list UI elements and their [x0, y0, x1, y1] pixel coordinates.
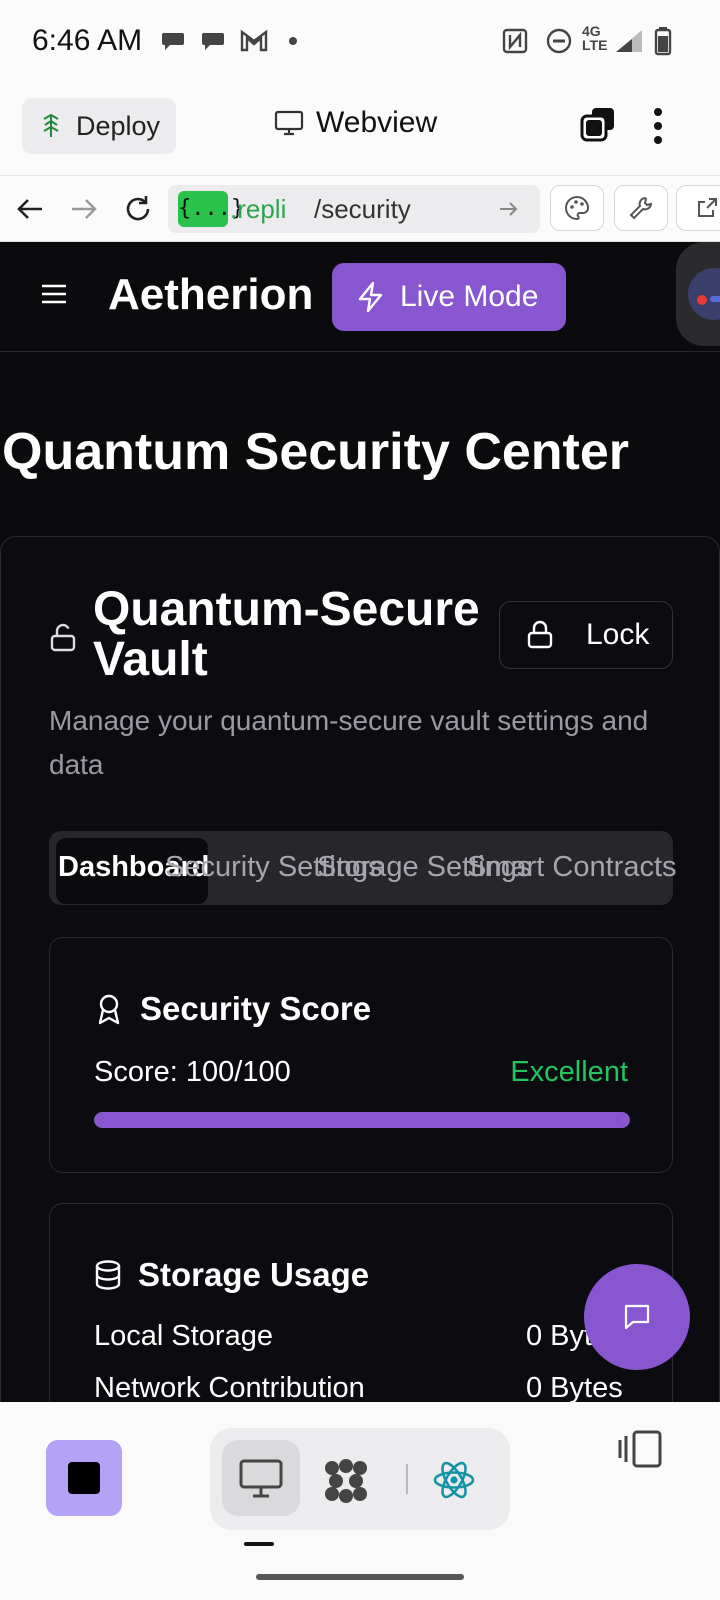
- status-time: 6:46 AM: [32, 24, 143, 57]
- book-icon[interactable]: [688, 242, 720, 244]
- menu-icon[interactable]: [40, 282, 68, 306]
- chat-button[interactable]: [584, 1264, 690, 1370]
- preview-monitor-icon[interactable]: [238, 1458, 284, 1500]
- forward-arrow-icon[interactable]: [70, 196, 98, 222]
- bottom-toolbar: [0, 1402, 720, 1600]
- deploy-label: Deploy: [76, 110, 161, 141]
- lock-icon: [527, 620, 553, 649]
- back-arrow-icon[interactable]: [16, 196, 44, 222]
- storage-row-value: 0 Bytes: [526, 1372, 623, 1402]
- dot-icon: [289, 37, 297, 45]
- url-badge: {...}: [178, 191, 244, 227]
- chat-bubble-icon: [202, 33, 224, 50]
- webview-content: Aetherion Live Mode Quantum Security Cen…: [0, 242, 720, 1402]
- vault-tabs: Dashboard Security Settings Storage Sett…: [49, 831, 677, 905]
- react-icon[interactable]: [432, 1458, 476, 1502]
- security-score-header: Security Score: [94, 990, 371, 1028]
- brand-name[interactable]: Aetherion: [108, 270, 313, 320]
- replit-header: Deploy Webview: [0, 82, 720, 176]
- live-mode-label: Live Mode: [400, 280, 539, 313]
- stop-icon: [68, 1462, 100, 1494]
- security-score-progress: [94, 1112, 630, 1128]
- battery-icon: [654, 27, 672, 56]
- network-type-label: 4G LTE: [582, 23, 608, 53]
- stop-button[interactable]: [46, 1440, 122, 1516]
- floating-side-panel[interactable]: [676, 242, 720, 346]
- do-not-disturb-icon: [546, 28, 572, 54]
- storage-row-label: Local Storage: [94, 1320, 273, 1352]
- webview-tab-title[interactable]: Webview: [274, 106, 437, 140]
- url-path: /security: [314, 194, 411, 224]
- theme-button[interactable]: [550, 185, 604, 231]
- deploy-button[interactable]: Deploy: [22, 98, 176, 154]
- lock-label: Lock: [586, 618, 650, 651]
- webview-label: Webview: [316, 106, 438, 139]
- signal-icon: [616, 30, 642, 52]
- workspace-grid-icon[interactable]: [322, 1458, 370, 1504]
- unlock-icon: [50, 623, 76, 652]
- security-score-card: Security Score Score: 100/100 Excellent: [49, 937, 673, 1173]
- nfc-icon: [502, 28, 528, 54]
- chat-icon: [624, 1304, 650, 1330]
- deploy-icon: [43, 113, 59, 137]
- device-toggle-icon[interactable]: [616, 1428, 664, 1470]
- active-tool-underline: [244, 1542, 274, 1546]
- wrench-icon: [629, 196, 653, 220]
- vault-description: Manage your quantum-secure vault setting…: [49, 705, 649, 780]
- award-icon: [98, 994, 120, 1025]
- security-score-status: Excellent: [510, 1056, 628, 1088]
- lightning-icon: [358, 281, 383, 313]
- reload-icon[interactable]: [122, 193, 154, 225]
- app-shortcut-icon[interactable]: [686, 266, 720, 322]
- devtools-button[interactable]: [614, 185, 668, 231]
- chat-bubble-icon: [162, 33, 184, 50]
- tab-smart-contracts[interactable]: Smart Contracts: [467, 851, 677, 884]
- external-link-icon: [697, 198, 717, 217]
- open-new-tab-button[interactable]: [676, 185, 720, 231]
- live-mode-button[interactable]: Live Mode: [332, 263, 566, 331]
- palette-icon: [565, 195, 590, 221]
- security-score-title: Security Score: [140, 990, 372, 1027]
- lock-button[interactable]: Lock: [499, 601, 673, 669]
- storage-row-label: Network Contribution: [94, 1372, 365, 1402]
- more-options-icon[interactable]: [652, 106, 664, 146]
- security-score-progress-fill: [94, 1112, 630, 1128]
- tool-separator: [406, 1464, 408, 1494]
- tabs-switcher-icon[interactable]: [578, 104, 618, 144]
- url-input[interactable]: {...} .repli /security: [168, 185, 540, 233]
- page-title: Quantum Security Center: [2, 423, 630, 481]
- storage-row-network: Network Contribution 0 Bytes: [94, 1372, 630, 1402]
- storage-row-local: Local Storage 0 Bytes: [94, 1320, 630, 1353]
- storage-usage-card: Storage Usage Local Storage 0 Bytes Netw…: [49, 1203, 673, 1402]
- go-arrow-icon[interactable]: [498, 200, 520, 218]
- storage-usage-header: Storage Usage: [94, 1256, 369, 1294]
- monitor-icon: [274, 110, 304, 136]
- tool-group: [210, 1428, 510, 1530]
- vault-title: Quantum-Secure Vault: [93, 583, 480, 686]
- url-bar: {...} .repli /security: [0, 176, 720, 242]
- gmail-icon: [240, 29, 268, 52]
- home-indicator[interactable]: [256, 1574, 464, 1580]
- status-bar: 6:46 AM 4G LTE: [0, 0, 720, 82]
- storage-usage-title: Storage Usage: [138, 1256, 370, 1293]
- url-host: .repli: [230, 194, 287, 224]
- app-navbar: Aetherion Live Mode: [0, 242, 720, 352]
- database-icon: [95, 1260, 121, 1290]
- security-score-value: Score: 100/100: [94, 1056, 291, 1088]
